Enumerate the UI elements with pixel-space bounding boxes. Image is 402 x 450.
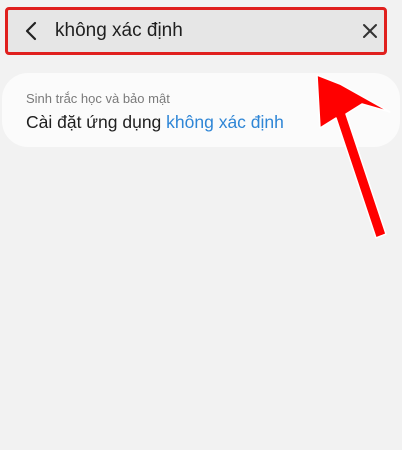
result-category: Sinh trắc học và bảo mật xyxy=(26,91,170,106)
result-title-match: không xác định xyxy=(166,112,284,132)
search-input[interactable] xyxy=(55,16,355,46)
close-icon[interactable] xyxy=(360,21,380,41)
search-bar xyxy=(5,7,387,55)
search-result-item[interactable]: Sinh trắc học và bảo mật Cài đặt ứng dụn… xyxy=(2,73,400,147)
result-title-prefix: Cài đặt ứng dụng xyxy=(26,112,167,132)
back-arrow-icon[interactable] xyxy=(18,17,46,45)
result-title: Cài đặt ứng dụng không xác định xyxy=(26,112,284,133)
annotation-arrow-icon xyxy=(316,74,391,239)
